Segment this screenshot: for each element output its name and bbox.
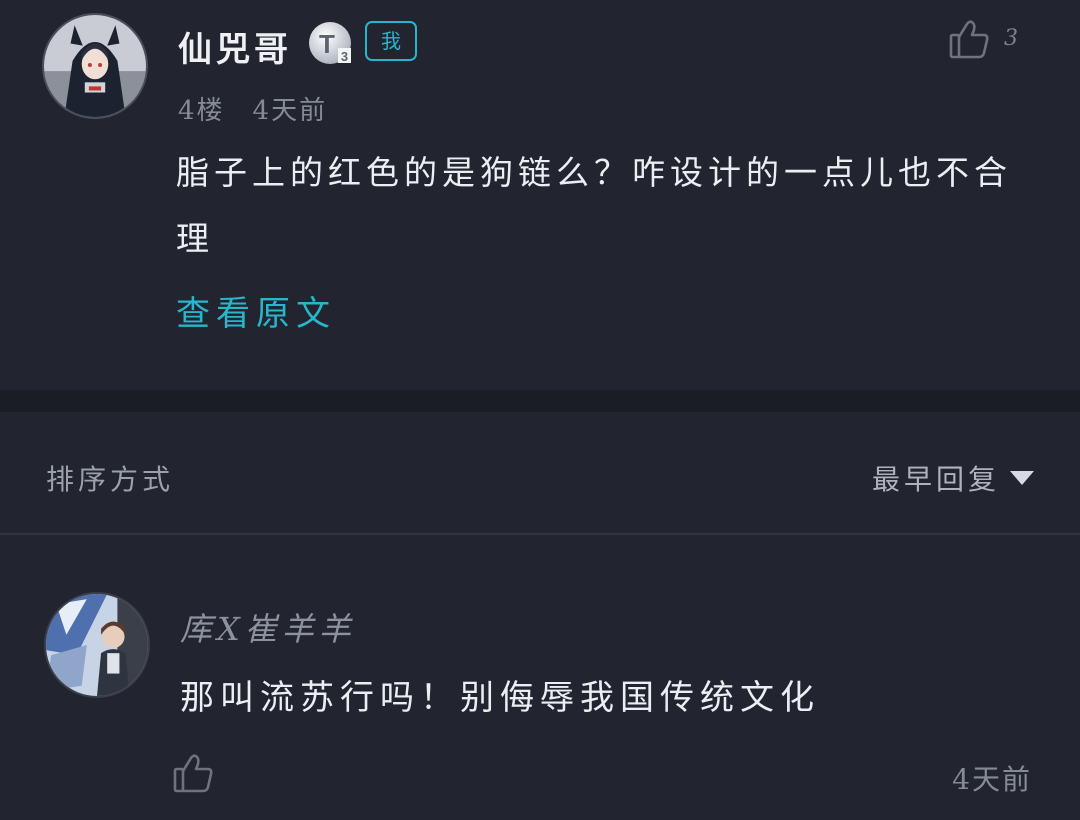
- thumbs-up-icon[interactable]: [170, 750, 216, 796]
- chevron-down-icon: [1010, 471, 1034, 485]
- me-tag: 我: [365, 21, 417, 61]
- reply-avatar[interactable]: [44, 592, 150, 698]
- sort-bar: 排序方式 最早回复: [0, 412, 1080, 534]
- sort-selected-value: 最早回复: [871, 463, 1000, 496]
- svg-text:T: T: [319, 29, 335, 59]
- comment-card: 仙兕哥 T 3 我 3 4楼 4天前 脂子上的红色的是狗链么？咋设计的一点儿也不合…: [0, 0, 1080, 390]
- sort-dropdown[interactable]: 最早回复: [872, 458, 1034, 498]
- reply-time: 4天前: [952, 763, 1032, 796]
- svg-text:3: 3: [341, 49, 348, 64]
- section-divider: [0, 390, 1080, 412]
- commenter-username[interactable]: 仙兕哥: [178, 22, 292, 71]
- level-badge-icon: T 3: [308, 20, 354, 66]
- like-count: 3: [1004, 26, 1018, 51]
- view-original-link[interactable]: 查看原文: [176, 286, 336, 335]
- thumbs-up-icon[interactable]: [946, 16, 992, 62]
- sort-label: 排序方式: [46, 463, 175, 496]
- floor-number: 4楼: [178, 96, 225, 126]
- commenter-avatar[interactable]: [42, 13, 148, 119]
- comment-time: 4天前: [252, 96, 328, 126]
- sort-divider: [0, 533, 1080, 535]
- reply-text: 那叫流苏行吗！别侮辱我国传统文化: [180, 678, 820, 718]
- comment-text: 脂子上的红色的是狗链么？咋设计的一点儿也不合理: [176, 153, 1012, 258]
- reply-username[interactable]: 库X崔羊羊: [180, 604, 356, 650]
- comment-meta: 4楼 4天前: [178, 90, 355, 127]
